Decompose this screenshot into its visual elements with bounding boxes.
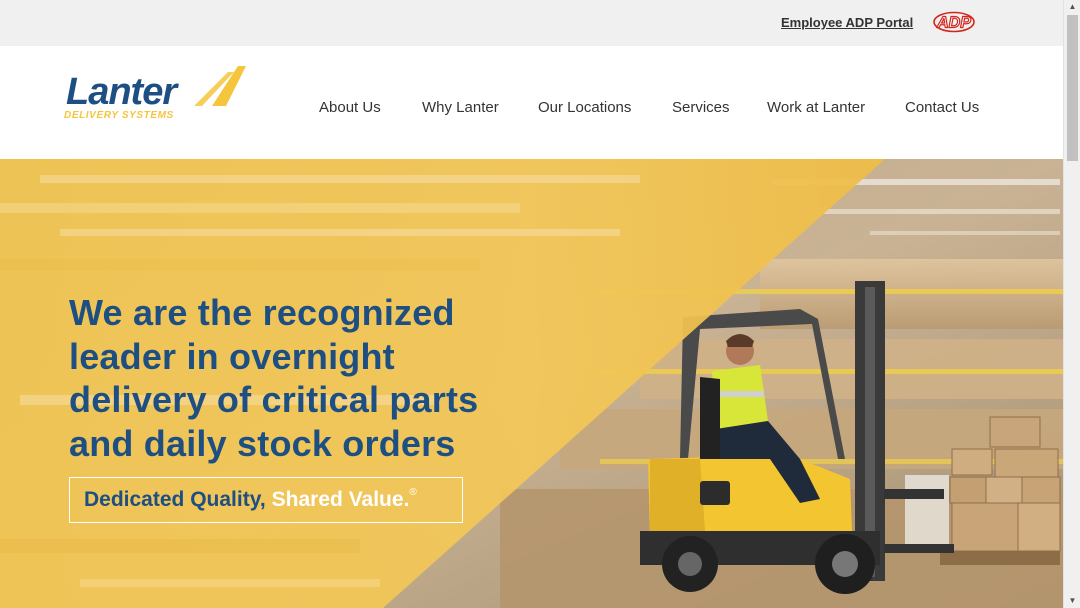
vertical-scrollbar[interactable]: ▲ ▼ [1063, 0, 1080, 608]
tagline-part-2: Shared Value. [271, 488, 410, 511]
hero-headline: We are the recognized leader in overnigh… [69, 292, 479, 464]
nav-work-at-lanter[interactable]: Work at Lanter [767, 99, 865, 116]
scroll-up-arrow-icon[interactable]: ▲ [1064, 0, 1080, 14]
nav-why-lanter[interactable]: Why Lanter [422, 99, 499, 116]
employee-adp-portal-link[interactable]: Employee ADP Portal [781, 15, 913, 30]
tagline-part-1: Dedicated Quality, [84, 488, 266, 511]
registered-mark: ® [409, 486, 417, 498]
hero-banner: We are the recognized leader in overnigh… [0, 159, 1063, 608]
adp-logo-text: ADP [936, 15, 971, 32]
nav-contact-us[interactable]: Contact Us [905, 99, 979, 116]
nav-our-locations[interactable]: Our Locations [538, 99, 631, 116]
nav-about-us[interactable]: About Us [319, 99, 381, 116]
main-nav: About Us Why Lanter Our Locations Servic… [0, 99, 1063, 119]
adp-logo[interactable]: ADP [932, 11, 976, 33]
utility-bar: Employee ADP Portal ADP [0, 0, 1063, 46]
site-header: Lanter DELIVERY SYSTEMS About Us Why Lan… [0, 46, 1063, 159]
hero-tagline-box: Dedicated Quality, Shared Value. ® [69, 477, 463, 523]
nav-services[interactable]: Services [672, 99, 730, 116]
scrollbar-thumb[interactable] [1067, 15, 1078, 161]
scroll-down-arrow-icon[interactable]: ▼ [1064, 594, 1080, 608]
